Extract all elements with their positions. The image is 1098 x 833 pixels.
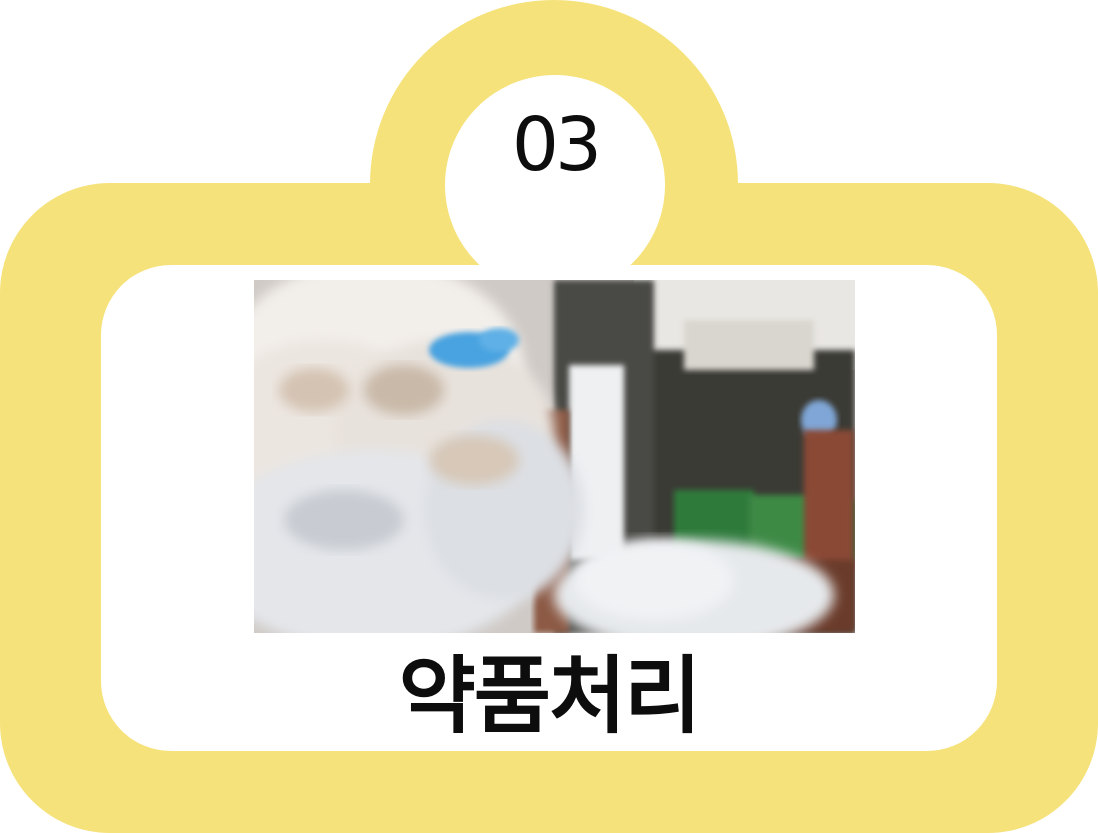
step-title: 약품처리: [398, 647, 701, 745]
cotton-bales-photo: [254, 280, 855, 633]
step-number: 03: [511, 102, 602, 188]
